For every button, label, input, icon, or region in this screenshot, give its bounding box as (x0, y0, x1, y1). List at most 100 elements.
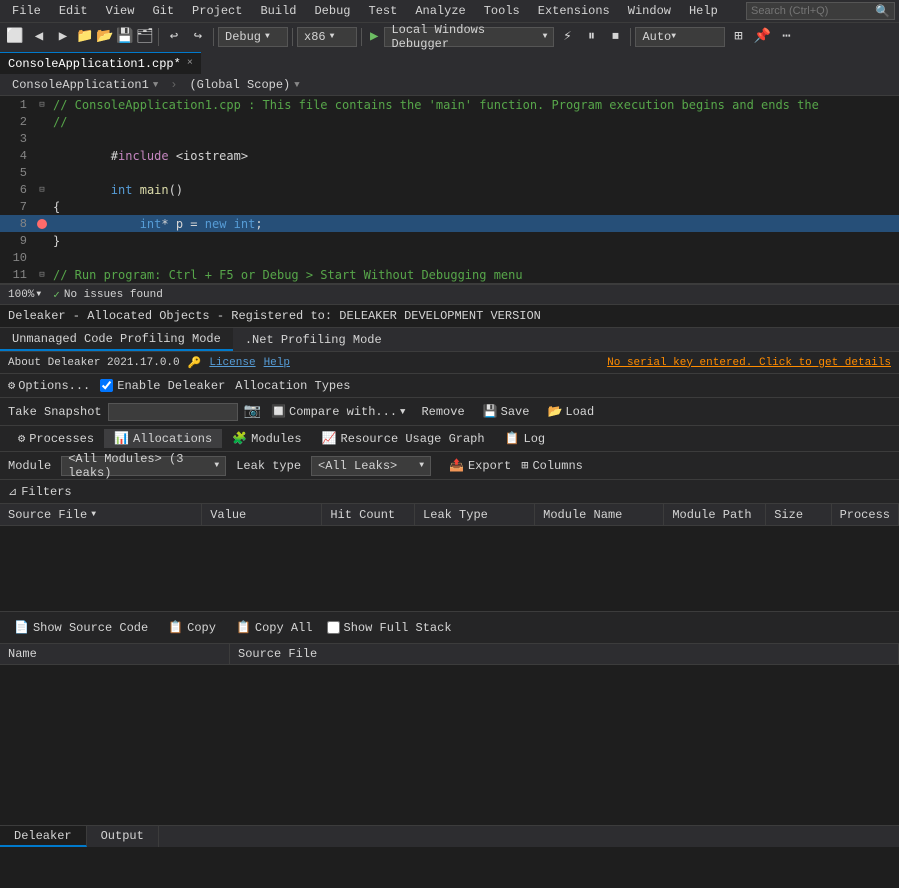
config-dropdown[interactable]: Debug ▼ (218, 27, 288, 47)
collapse-icon-6[interactable]: ⊟ (39, 185, 44, 195)
nav-allocations[interactable]: 📊 Allocations (104, 429, 222, 448)
menu-git[interactable]: Git (144, 2, 182, 20)
show-full-stack-checkbox[interactable]: Show Full Stack (327, 621, 452, 635)
menu-analyze[interactable]: Analyze (407, 2, 473, 20)
tab-close-icon[interactable]: × (187, 58, 193, 69)
tab-cpp-file[interactable]: ConsoleApplication1.cpp* × (0, 52, 201, 74)
allocations-table-body (0, 526, 899, 611)
bottom-tab-deleaker[interactable]: Deleaker (0, 826, 87, 847)
tab-unmanaged[interactable]: Unmanaged Code Profiling Mode (0, 328, 233, 351)
debugger-dropdown[interactable]: Local Windows Debugger ▼ (384, 27, 554, 47)
th-hit-count[interactable]: Hit Count (322, 504, 415, 525)
enable-deleaker-input[interactable] (100, 379, 113, 392)
save-snapshot-btn[interactable]: 💾 Save (477, 403, 536, 420)
menu-view[interactable]: View (98, 2, 143, 20)
callstack-th-source[interactable]: Source File (230, 644, 899, 664)
allocation-types-link[interactable]: Allocation Types (235, 379, 350, 393)
save-icon[interactable]: 💾 (116, 26, 134, 48)
leak-type-dropdown[interactable]: <All Leaks> ▼ (311, 456, 431, 476)
editor-line-4: 4 #include <iostream> (0, 147, 899, 164)
show-source-code-btn[interactable]: 📄 Show Source Code (8, 618, 154, 637)
editor-line-9: 9 } (0, 232, 899, 249)
help-link[interactable]: Help (264, 357, 290, 369)
nav-resource-usage[interactable]: 📈 Resource Usage Graph (312, 429, 495, 448)
copy-all-btn[interactable]: 📋 Copy All (230, 618, 319, 637)
pause-btn[interactable]: ⏸ (580, 26, 602, 48)
deleaker-panel: Deleaker - Allocated Objects - Registere… (0, 304, 899, 825)
new-project-icon[interactable]: 📁 (76, 26, 94, 48)
debug-ctrl-btn[interactable]: ⚡ (556, 26, 578, 48)
breadcrumb-scope[interactable]: (Global Scope) ▼ (185, 78, 303, 92)
deleaker-title-bar: Deleaker - Allocated Objects - Registere… (0, 305, 899, 328)
menu-tools[interactable]: Tools (476, 2, 528, 20)
open-icon[interactable]: 📂 (96, 26, 114, 48)
editor-line-1: 1 ⊟ // ConsoleApplication1.cpp : This fi… (0, 96, 899, 113)
nav-modules[interactable]: 🧩 Modules (222, 429, 311, 448)
auto-dropdown[interactable]: Auto ▼ (635, 27, 725, 47)
stop-btn[interactable]: ⏹ (604, 26, 626, 48)
toolbar-btn-1[interactable]: ⬜ (4, 26, 26, 48)
compare-btn[interactable]: 🔲 Compare with... ▼ (267, 403, 409, 420)
full-stack-input[interactable] (327, 621, 340, 634)
th-size[interactable]: Size (766, 504, 831, 525)
collapse-icon-11[interactable]: ⊟ (39, 270, 44, 280)
search-input[interactable] (751, 5, 871, 17)
copy-btn[interactable]: 📋 Copy (162, 618, 222, 637)
undo-icon[interactable]: ↩ (163, 26, 185, 48)
save-all-icon[interactable]: 🗂 (136, 26, 154, 48)
deleaker-about-text: About Deleaker 2021.17.0.0 (8, 357, 180, 369)
columns-btn[interactable]: ⊞ Columns (521, 458, 583, 473)
zoom-value: 100% (8, 289, 34, 301)
toolbar-btn-2[interactable]: ◀ (28, 26, 50, 48)
nav-log[interactable]: 📋 Log (495, 429, 556, 448)
search-box[interactable]: 🔍 (746, 2, 895, 20)
more-btn[interactable]: ⋯ (775, 26, 797, 48)
code-editor[interactable]: 1 ⊟ // ConsoleApplication1.cpp : This fi… (0, 96, 899, 284)
th-value[interactable]: Value (202, 504, 322, 525)
copy-all-icon: 📋 (236, 620, 251, 635)
options-link[interactable]: ⚙ Options... (8, 378, 90, 393)
log-icon: 📋 (505, 431, 520, 446)
menu-extensions[interactable]: Extensions (530, 2, 618, 20)
snapshot-label: Take Snapshot (8, 405, 102, 419)
load-icon: 📂 (547, 404, 562, 419)
tab-dotnet[interactable]: .Net Profiling Mode (233, 328, 394, 351)
th-module-name[interactable]: Module Name (535, 504, 664, 525)
menu-edit[interactable]: Edit (51, 2, 96, 20)
remove-btn[interactable]: Remove (415, 404, 470, 420)
bottom-tab-output[interactable]: Output (87, 826, 159, 847)
menu-window[interactable]: Window (620, 2, 679, 20)
zoom-control[interactable]: 100% ▼ (8, 289, 41, 301)
breadcrumb-project[interactable]: ConsoleApplication1 ▼ (8, 78, 162, 92)
menu-help[interactable]: Help (681, 2, 726, 20)
th-module-path[interactable]: Module Path (664, 504, 766, 525)
start-debug-btn[interactable]: ▶ (366, 28, 382, 45)
redo-icon[interactable]: ↪ (187, 26, 209, 48)
pin-btn[interactable]: 📌 (751, 26, 773, 48)
th-process[interactable]: Process (832, 504, 899, 525)
th-leak-type[interactable]: Leak Type (415, 504, 535, 525)
module-dropdown[interactable]: <All Modules> (3 leaks) ▼ (61, 456, 226, 476)
leak-type-arrow-icon: ▼ (419, 461, 424, 470)
load-snapshot-btn[interactable]: 📂 Load (541, 403, 600, 420)
menu-project[interactable]: Project (184, 2, 250, 20)
menu-bar: File Edit View Git Project Build Debug T… (0, 0, 899, 22)
collapse-icon[interactable]: ⊟ (39, 100, 44, 110)
snapshot-input[interactable] (108, 403, 238, 421)
menu-test[interactable]: Test (361, 2, 406, 20)
th-source-file[interactable]: Source File ▼ (0, 504, 202, 525)
menu-file[interactable]: File (4, 2, 49, 20)
tab-bar: ConsoleApplication1.cpp* × (0, 50, 899, 74)
menu-debug[interactable]: Debug (306, 2, 358, 20)
toolbar-btn-3[interactable]: ▶ (52, 26, 74, 48)
license-link[interactable]: License (209, 357, 255, 369)
platform-dropdown[interactable]: x86 ▼ (297, 27, 357, 47)
menu-build[interactable]: Build (252, 2, 304, 20)
nav-processes[interactable]: ⚙ Processes (8, 429, 104, 448)
callstack-th-name[interactable]: Name (0, 644, 230, 664)
window-layout-btn[interactable]: ⊞ (727, 26, 749, 48)
export-btn[interactable]: 📤 Export (449, 458, 511, 473)
columns-icon: ⊞ (521, 458, 528, 473)
enable-deleaker-checkbox[interactable]: Enable Deleaker (100, 379, 225, 393)
serial-key-link[interactable]: No serial key entered. Click to get deta… (607, 357, 891, 369)
